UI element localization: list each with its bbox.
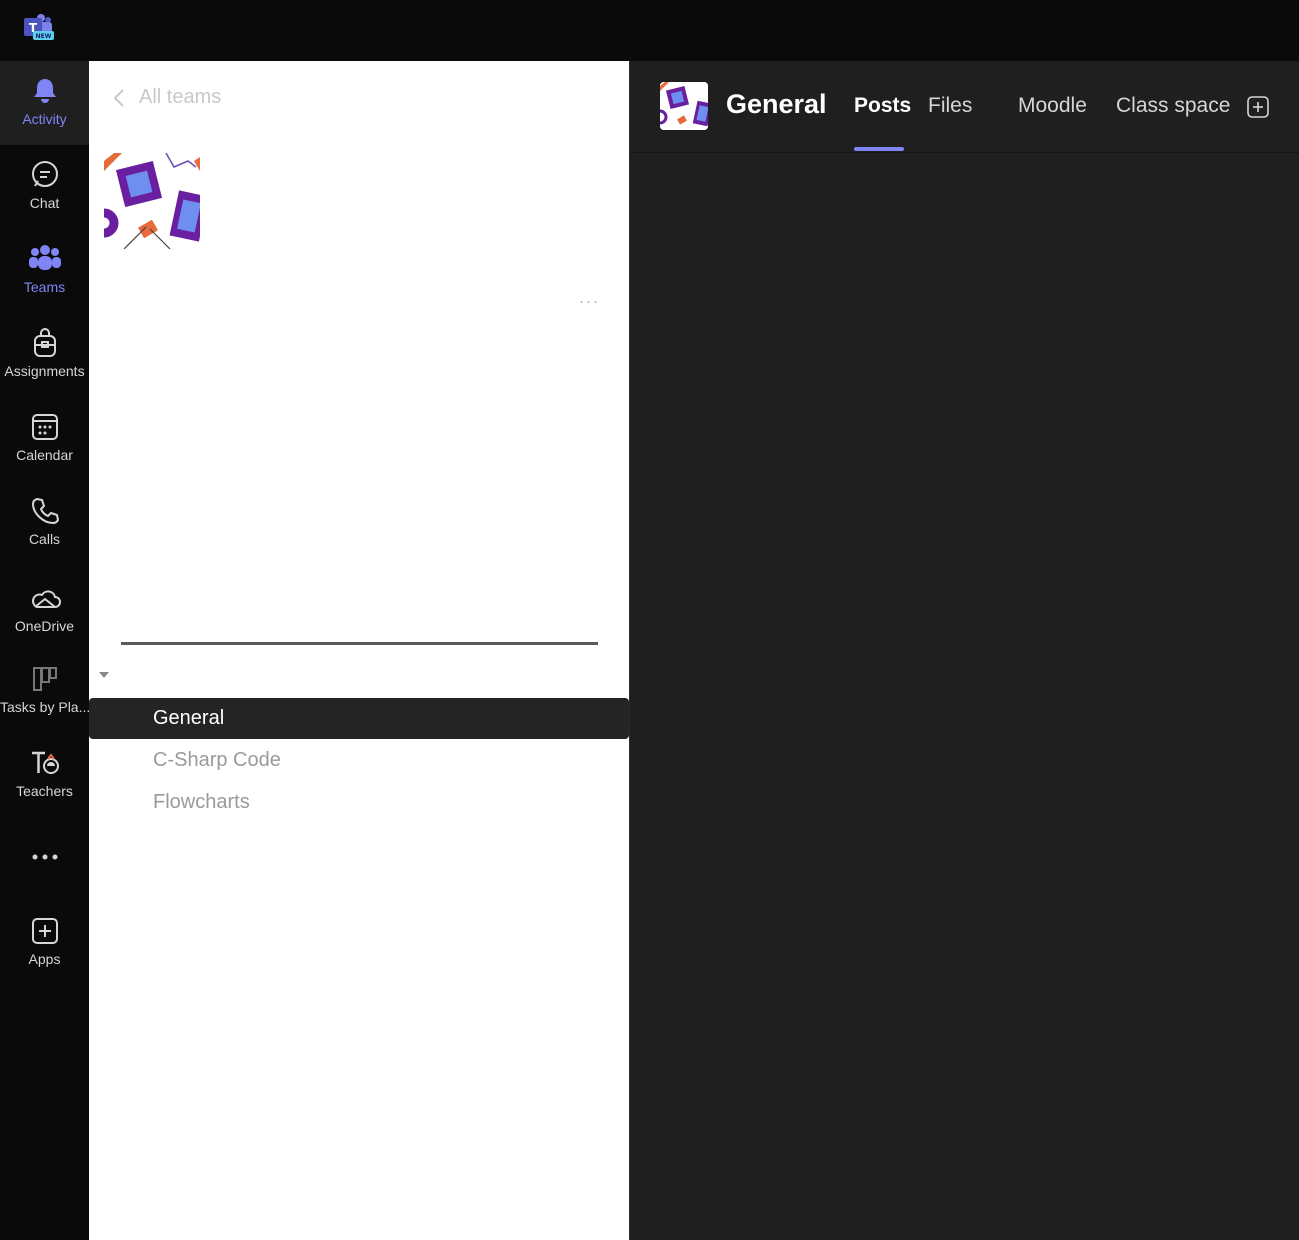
rail-item-calls[interactable]: Calls [0, 481, 89, 565]
rail-item-tasks-by-planner[interactable]: Tasks by Pla... [0, 649, 89, 733]
channel-label: General [153, 707, 225, 729]
rail-item-label: Activity [22, 111, 67, 127]
app-rail: Activity Chat Teams Assignments Calendar… [0, 61, 89, 1240]
rail-item-teachers[interactable]: Teachers [0, 733, 89, 817]
tab-files[interactable]: Files [928, 94, 972, 118]
rail-item-label: Teams [23, 279, 66, 295]
add-apps-icon [29, 915, 61, 947]
panel-divider [121, 642, 598, 645]
caret-down-icon[interactable] [99, 672, 109, 678]
teachers-icon [29, 747, 61, 779]
rail-item-onedrive[interactable]: OneDrive [0, 565, 89, 649]
cloud-icon [29, 583, 61, 615]
backpack-icon [29, 327, 61, 359]
team-image-icon [104, 153, 200, 249]
rail-item-label: Calls [28, 531, 61, 547]
rail-item-label: Chat [29, 195, 60, 211]
channel-label: C-Sharp Code [153, 749, 281, 771]
rail-item-assignments[interactable]: Assignments [0, 313, 89, 397]
rail-item-label: Apps [28, 951, 61, 967]
phone-icon [29, 495, 61, 527]
team-image-icon [660, 82, 708, 130]
planner-icon [29, 663, 61, 695]
chat-icon [29, 159, 61, 191]
rail-item-label: Tasks by Pla... [0, 699, 89, 715]
rail-item-label: OneDrive [14, 618, 75, 634]
channel-general[interactable]: General [89, 698, 629, 739]
rail-item-calendar[interactable]: Calendar [0, 397, 89, 481]
all-teams-label: All teams [139, 86, 222, 108]
channel-header: General Posts Files Moodle Class space [630, 61, 1299, 153]
rail-item-label: Assignments [4, 363, 85, 379]
title-bar: T NEW [0, 0, 1299, 61]
team-panel: All teams ... General C-Sharp Code Flowc… [89, 61, 629, 1240]
rail-item-apps[interactable]: Apps [0, 901, 89, 985]
all-teams-back-link[interactable]: All teams [113, 86, 221, 109]
rail-item-label: Teachers [16, 783, 73, 799]
tab-moodle[interactable]: Moodle [1018, 94, 1087, 118]
channel-label: Flowcharts [153, 791, 250, 813]
calendar-icon [29, 411, 61, 443]
bell-icon [29, 75, 61, 107]
rail-more-button[interactable] [0, 817, 89, 887]
rail-item-teams[interactable]: Teams [0, 229, 89, 313]
rail-item-chat[interactable]: Chat [0, 145, 89, 229]
new-badge: NEW [36, 33, 52, 40]
teams-logo-icon: T NEW [24, 14, 54, 40]
tab-posts[interactable]: Posts [854, 94, 911, 118]
chevron-left-icon [113, 88, 124, 107]
rail-item-activity[interactable]: Activity [0, 61, 89, 145]
team-avatar[interactable] [104, 153, 200, 249]
teams-icon [28, 243, 61, 275]
channel-team-avatar [660, 82, 708, 130]
rail-item-label: Calendar [16, 447, 73, 463]
add-tab-icon[interactable] [1247, 96, 1269, 118]
team-more-options-button[interactable]: ... [579, 287, 600, 308]
more-icon [29, 841, 61, 873]
active-tab-indicator [854, 147, 904, 151]
channel-title: General [726, 89, 827, 119]
channel-main-area: General Posts Files Moodle Class space [629, 61, 1299, 1240]
tab-class-space[interactable]: Class space [1116, 94, 1230, 118]
channel-flowcharts[interactable]: Flowcharts [89, 782, 629, 823]
channel-c-sharp-code[interactable]: C-Sharp Code [89, 740, 629, 781]
